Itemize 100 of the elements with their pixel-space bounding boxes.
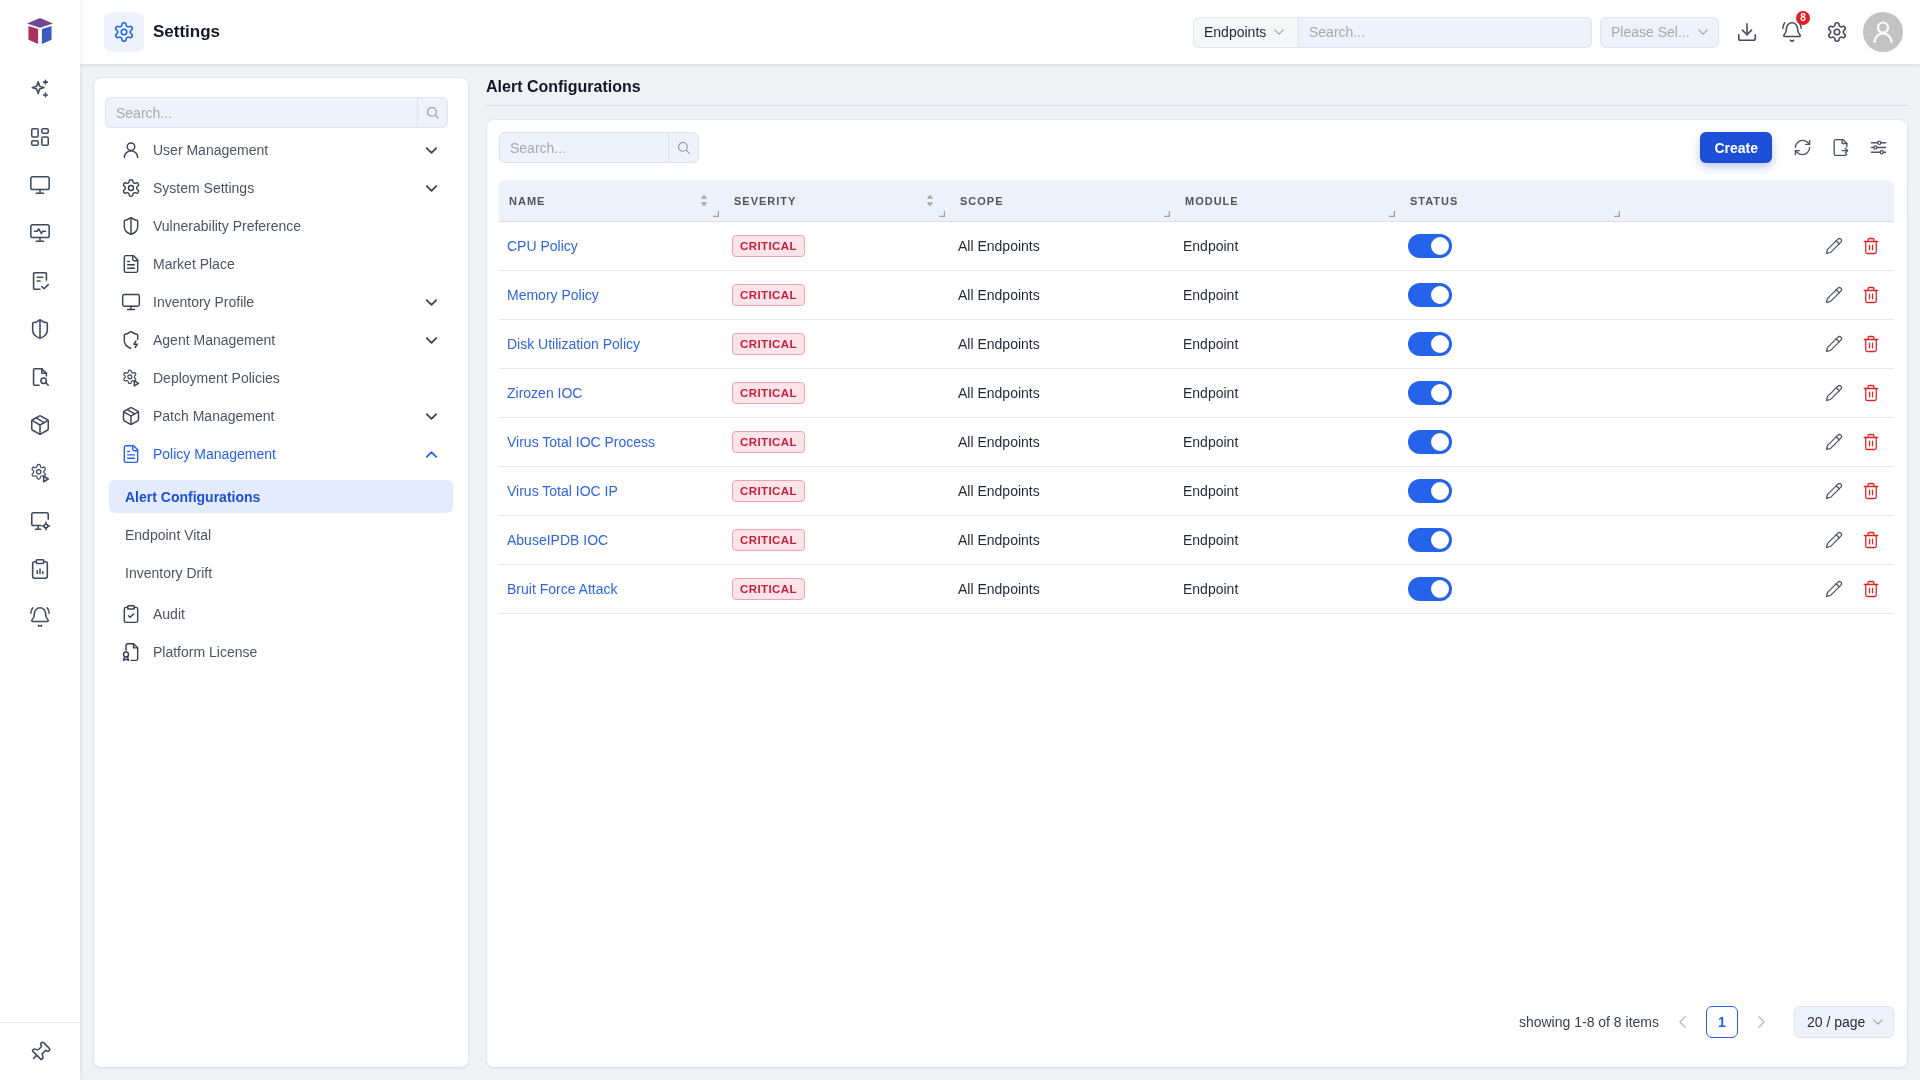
shield-icon[interactable]	[29, 318, 51, 340]
trash-icon[interactable]	[1862, 384, 1880, 402]
search-field[interactable]: Search...	[105, 97, 417, 128]
trash-icon[interactable]	[1862, 237, 1880, 255]
resize-handle-icon[interactable]	[1164, 211, 1170, 217]
table-cell: Endpoint	[1183, 385, 1239, 401]
bell-icon[interactable]	[1781, 21, 1803, 43]
clipboard-chart-icon[interactable]	[29, 558, 51, 580]
monitor-pulse-icon[interactable]	[29, 222, 51, 244]
severity-badge: CRITICAL	[732, 235, 805, 257]
policy-link[interactable]: CPU Policy	[507, 238, 578, 254]
refresh-icon[interactable]	[1793, 138, 1812, 157]
toggle-switch[interactable]	[1408, 332, 1452, 356]
chevron-down-icon[interactable]	[426, 412, 437, 420]
pencil-icon[interactable]	[1825, 531, 1843, 549]
toggle-switch[interactable]	[1408, 381, 1452, 405]
policy-link[interactable]: Zirozen IOC	[507, 385, 583, 401]
settings-icon[interactable]	[1826, 21, 1848, 43]
gear-icon	[121, 178, 141, 198]
caret-down-icon	[1274, 29, 1285, 35]
shield-icon	[121, 216, 141, 236]
policy-link[interactable]: Virus Total IOC IP	[507, 483, 618, 499]
nav-item[interactable]: System Settings	[105, 169, 448, 207]
toggle-switch[interactable]	[1408, 430, 1452, 454]
box-icon	[121, 406, 141, 426]
severity-badge: CRITICAL	[732, 431, 805, 453]
search-icon[interactable]	[425, 105, 440, 120]
file-export-icon[interactable]	[1831, 138, 1850, 157]
pin-icon[interactable]	[29, 1040, 51, 1063]
policy-link[interactable]: Memory Policy	[507, 287, 599, 303]
policy-link[interactable]: Bruit Force Attack	[507, 581, 618, 597]
trash-icon[interactable]	[1862, 433, 1880, 451]
pencil-icon[interactable]	[1825, 237, 1843, 255]
gear-play-icon	[121, 368, 141, 388]
page-size-dropdown[interactable]: 20 / page	[1794, 1006, 1894, 1038]
page-button[interactable]: 1	[1706, 1006, 1738, 1038]
nav-item[interactable]: Vulnerability Preference	[105, 207, 448, 245]
nav-item[interactable]: Patch Management	[105, 397, 448, 435]
monitor-gear-icon[interactable]	[29, 510, 51, 532]
column-header[interactable]: SEVERITY	[734, 194, 797, 207]
nav-subitem[interactable]: Alert Configurations	[109, 480, 453, 513]
pencil-icon[interactable]	[1825, 286, 1843, 304]
trash-icon[interactable]	[1862, 531, 1880, 549]
chevron-down-icon[interactable]	[426, 298, 437, 306]
policy-link[interactable]: AbuseIPDB IOC	[507, 532, 609, 548]
nav-item[interactable]: Agent Management	[105, 321, 448, 359]
trash-icon[interactable]	[1862, 482, 1880, 500]
toggle-switch[interactable]	[1408, 577, 1452, 601]
nav-item[interactable]: Market Place	[105, 245, 448, 283]
trash-icon[interactable]	[1862, 286, 1880, 304]
resize-handle-icon[interactable]	[1389, 211, 1395, 217]
chevron-up-icon[interactable]	[426, 450, 437, 458]
sliders-icon[interactable]	[1869, 138, 1888, 157]
resize-handle-icon[interactable]	[1614, 211, 1620, 217]
certificate-icon	[121, 642, 141, 662]
resize-handle-icon[interactable]	[939, 211, 945, 217]
policy-link[interactable]: Disk Utilization Policy	[507, 336, 641, 352]
alarm-bell-icon[interactable]	[29, 606, 51, 628]
pencil-icon[interactable]	[1825, 335, 1843, 353]
scope-dropdown[interactable]: Endpoints	[1193, 16, 1299, 48]
chevron-down-icon[interactable]	[426, 184, 437, 192]
monitor-icon	[121, 292, 141, 312]
nav-item[interactable]: Platform License	[105, 633, 448, 671]
search-field[interactable]: Search...	[1299, 16, 1592, 48]
nav-item[interactable]: Inventory Profile	[105, 283, 448, 321]
severity-badge: CRITICAL	[732, 578, 805, 600]
search-field[interactable]: Search...	[499, 132, 668, 163]
nav-item[interactable]: Deployment Policies	[105, 359, 448, 397]
create-button[interactable]: Create	[1700, 132, 1772, 163]
sparkles-icon[interactable]	[29, 78, 51, 100]
gear-play-icon[interactable]	[29, 462, 51, 484]
box-icon[interactable]	[29, 414, 51, 436]
pencil-icon[interactable]	[1825, 580, 1843, 598]
nav-subitem[interactable]: Endpoint Vital	[109, 518, 453, 551]
nav-item[interactable]: User Management	[105, 131, 448, 169]
logo-icon[interactable]	[27, 18, 53, 44]
nav-item[interactable]: Policy Management	[105, 435, 448, 473]
pencil-icon[interactable]	[1825, 433, 1843, 451]
trash-icon[interactable]	[1862, 580, 1880, 598]
pencil-icon[interactable]	[1825, 482, 1843, 500]
nav-subitem[interactable]: Inventory Drift	[109, 556, 453, 589]
pencil-icon[interactable]	[1825, 384, 1843, 402]
column-header[interactable]: NAME	[509, 194, 546, 207]
resize-handle-icon[interactable]	[713, 211, 719, 217]
search-icon[interactable]	[676, 140, 691, 155]
policy-link[interactable]: Virus Total IOC Process	[507, 434, 656, 450]
toggle-switch[interactable]	[1408, 479, 1452, 503]
table-cell: Endpoint	[1183, 532, 1239, 548]
table-cell: All Endpoints	[958, 581, 1040, 597]
chevron-down-icon[interactable]	[426, 336, 437, 344]
toggle-switch[interactable]	[1408, 283, 1452, 307]
trash-icon[interactable]	[1862, 335, 1880, 353]
monitor-icon[interactable]	[29, 174, 51, 196]
download-icon[interactable]	[1736, 21, 1758, 43]
chevron-down-icon[interactable]	[426, 146, 437, 154]
column-header: MODULE	[1185, 194, 1239, 207]
nav-item[interactable]: Audit	[105, 595, 448, 633]
toggle-switch[interactable]	[1408, 528, 1452, 552]
dashboard-icon[interactable]	[29, 126, 51, 148]
toggle-switch[interactable]	[1408, 234, 1452, 258]
